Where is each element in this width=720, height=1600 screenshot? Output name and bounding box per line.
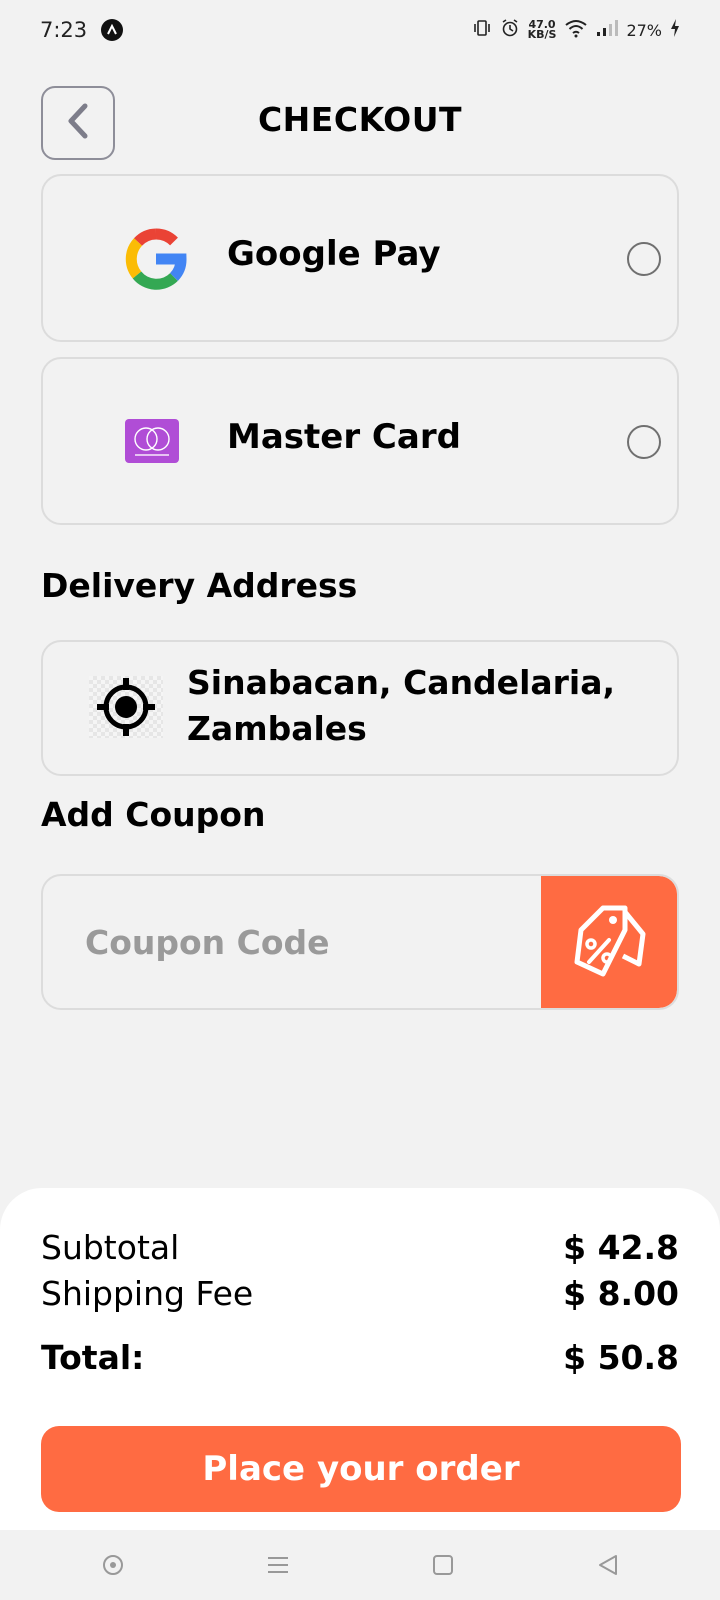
subtotal-label: Subtotal xyxy=(41,1228,180,1267)
total-value: $ 50.8 xyxy=(563,1338,679,1377)
shipping-label: Shipping Fee xyxy=(41,1274,254,1313)
coupon-code-input[interactable] xyxy=(43,876,545,1008)
delivery-address-title: Delivery Address xyxy=(41,566,358,605)
subtotal-row: Subtotal $ 42.8 xyxy=(41,1228,679,1267)
add-coupon-title: Add Coupon xyxy=(41,795,266,834)
mastercard-icon xyxy=(125,419,187,465)
delivery-address-card[interactable]: Sinabacan, Candelaria, Zambales xyxy=(41,640,679,776)
total-label: Total: xyxy=(41,1338,145,1377)
shipping-row: Shipping Fee $ 8.00 xyxy=(41,1274,679,1313)
place-order-button[interactable]: Place your order xyxy=(41,1426,681,1512)
charging-icon xyxy=(670,18,680,42)
recent-apps-button[interactable] xyxy=(258,1545,298,1585)
alarm-icon xyxy=(500,18,520,42)
page-title: CHECKOUT xyxy=(257,100,463,139)
google-logo-icon xyxy=(125,228,187,290)
status-time: 7:23 xyxy=(40,18,88,42)
home-button[interactable] xyxy=(423,1545,463,1585)
radio-google-pay[interactable] xyxy=(627,242,661,276)
vibrate-icon xyxy=(472,18,492,42)
discount-tag-icon xyxy=(567,900,651,984)
net-speed-unit: KB/S xyxy=(527,28,557,41)
status-left: 7:23 xyxy=(40,18,124,42)
location-target-icon xyxy=(89,676,163,738)
payment-option-google-pay[interactable]: Google Pay xyxy=(41,174,679,342)
payment-label: Google Pay xyxy=(227,234,441,274)
battery-percent: 27% xyxy=(626,20,662,40)
shipping-value: $ 8.00 xyxy=(563,1274,679,1313)
network-speed: 47.0 KB/S xyxy=(527,19,557,41)
signal-icon xyxy=(596,19,619,41)
assistant-button[interactable] xyxy=(93,1545,133,1585)
coupon-box xyxy=(41,874,679,1010)
total-row: Total: $ 50.8 xyxy=(41,1338,679,1377)
apply-coupon-button[interactable] xyxy=(541,876,677,1008)
back-nav-button[interactable] xyxy=(588,1545,628,1585)
payment-label: Master Card xyxy=(227,417,461,457)
status-bar: 7:23 47.0 KB/S 27% xyxy=(0,0,720,60)
delivery-address-text: Sinabacan, Candelaria, Zambales xyxy=(187,663,616,748)
radio-master-card[interactable] xyxy=(627,425,661,459)
status-right: 47.0 KB/S 27% xyxy=(472,18,680,42)
payment-option-master-card[interactable]: Master Card xyxy=(41,357,679,525)
wifi-icon xyxy=(564,18,588,42)
subtotal-value: $ 42.8 xyxy=(563,1228,679,1267)
system-nav-bar xyxy=(0,1530,720,1600)
app-notification-icon xyxy=(101,19,124,41)
